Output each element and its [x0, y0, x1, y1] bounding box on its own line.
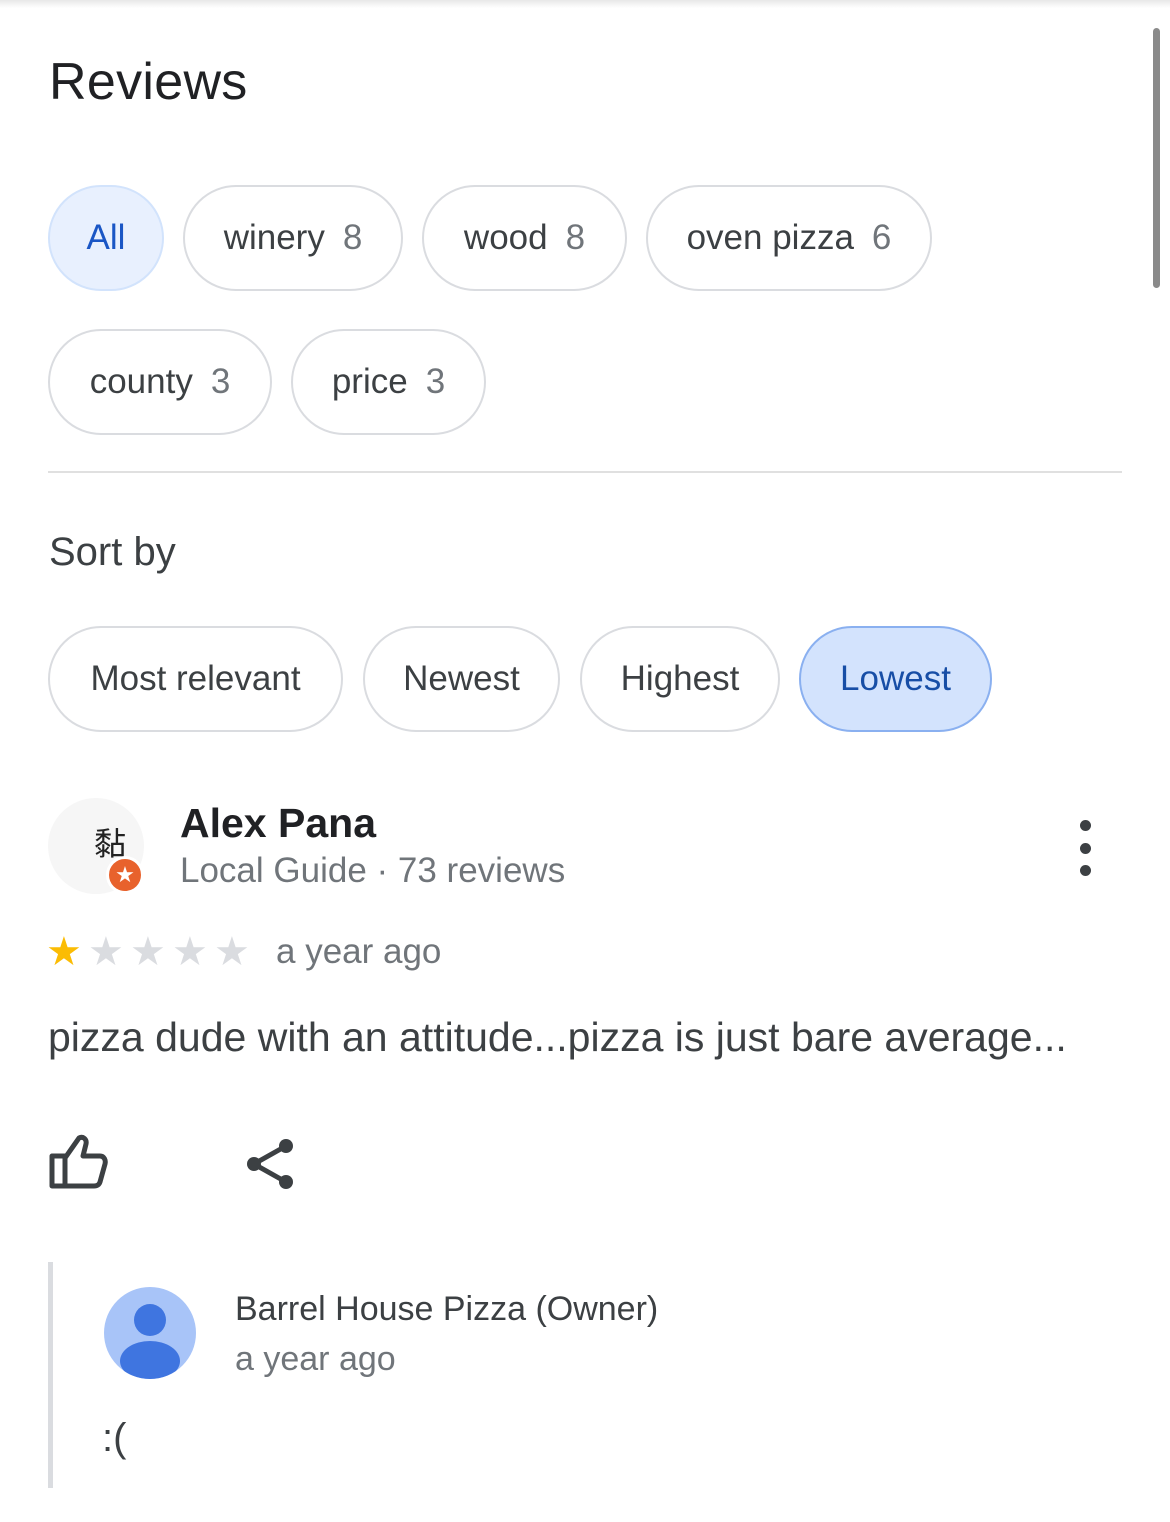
chip-label: All [86, 218, 126, 257]
chip-price[interactable]: price 3 [291, 329, 486, 435]
chip-count: 8 [565, 218, 586, 257]
top-shadow [0, 0, 1170, 8]
sort-lowest[interactable]: Lowest [799, 626, 992, 732]
owner-avatar [104, 1287, 196, 1379]
sort-option-label: Highest [620, 659, 740, 698]
scrollbar[interactable] [1153, 28, 1160, 288]
chip-all[interactable]: All [48, 185, 164, 291]
owner-name: Barrel House Pizza (Owner) [235, 1290, 659, 1328]
more-vert-icon[interactable] [1070, 820, 1100, 876]
thumb-up-icon[interactable] [48, 1132, 108, 1192]
chip-count: 3 [210, 362, 231, 401]
star-rating: ★ ★ ★ ★ ★ [46, 926, 256, 978]
review-text: pizza dude with an attitude...pizza is j… [48, 1014, 1067, 1060]
sort-option-label: Most relevant [90, 659, 301, 698]
avatar-glyph: 黏 [94, 825, 127, 863]
chip-label: county [89, 362, 193, 401]
chip-winery[interactable]: winery 8 [183, 185, 403, 291]
star-empty-icon: ★ [172, 930, 208, 974]
chip-label: wood [463, 218, 548, 257]
sort-highest[interactable]: Highest [580, 626, 780, 732]
review-date: a year ago [276, 932, 442, 971]
chip-count: 6 [871, 218, 892, 257]
sort-option-label: Newest [403, 659, 520, 698]
sort-option-label: Lowest [840, 659, 951, 698]
local-guide-badge-icon: ★ [106, 856, 144, 894]
sort-most-relevant[interactable]: Most relevant [48, 626, 343, 732]
chip-label: winery [223, 218, 325, 257]
reviewer-avatar[interactable]: 黏 ★ [48, 798, 144, 894]
reviewer-meta: Local Guide · 73 reviews [180, 851, 566, 890]
reviewer-name[interactable]: Alex Pana [180, 800, 376, 847]
divider [48, 471, 1122, 473]
chip-label: oven pizza [686, 218, 854, 257]
chip-count: 8 [342, 218, 363, 257]
reviews-title: Reviews [49, 53, 248, 111]
sort-by-label: Sort by [49, 530, 176, 574]
chip-oven-pizza[interactable]: oven pizza 6 [646, 185, 932, 291]
owner-reply-date: a year ago [235, 1340, 396, 1378]
star-empty-icon: ★ [214, 930, 250, 974]
share-icon[interactable] [242, 1136, 298, 1192]
owner-reply-text: :( [102, 1416, 127, 1460]
reply-bar [48, 1262, 53, 1488]
chip-count: 3 [425, 362, 446, 401]
star-empty-icon: ★ [130, 930, 166, 974]
chip-county[interactable]: county 3 [48, 329, 272, 435]
chip-label: price [331, 362, 408, 401]
chip-wood[interactable]: wood 8 [422, 185, 627, 291]
star-empty-icon: ★ [88, 930, 124, 974]
sort-newest[interactable]: Newest [363, 626, 560, 732]
star-filled-icon: ★ [46, 930, 82, 974]
person-icon [120, 1304, 180, 1379]
